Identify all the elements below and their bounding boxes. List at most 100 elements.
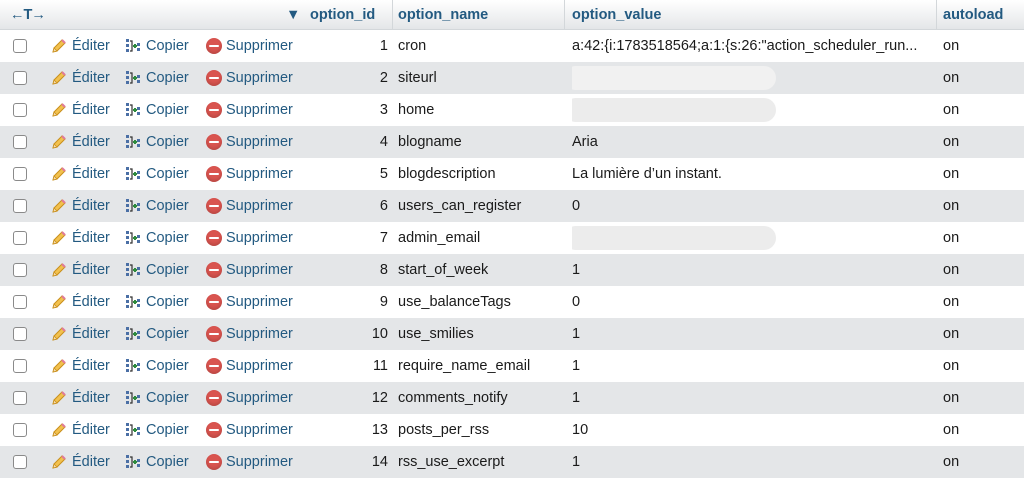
option-name-cell[interactable]: siteurl (398, 62, 437, 94)
delete-button[interactable]: Supprimer (206, 38, 293, 54)
autoload-cell[interactable]: on (943, 414, 959, 446)
option-name-cell[interactable]: use_smilies (398, 318, 474, 350)
autoload-cell[interactable]: on (943, 94, 959, 126)
option-name-cell[interactable]: cron (398, 30, 426, 62)
row-checkbox[interactable] (13, 391, 27, 405)
edit-button[interactable]: Éditer (50, 69, 110, 87)
delete-button[interactable]: Supprimer (206, 198, 293, 214)
edit-button[interactable]: Éditer (50, 357, 110, 375)
column-header-option-value[interactable]: option_value (572, 0, 661, 29)
autoload-cell[interactable]: on (943, 222, 959, 254)
option-name-cell[interactable]: home (398, 94, 434, 126)
copy-button[interactable]: Copier (124, 197, 189, 215)
autoload-cell[interactable]: on (943, 350, 959, 382)
autoload-cell[interactable]: on (943, 62, 959, 94)
copy-button[interactable]: Copier (124, 37, 189, 55)
option-id-cell[interactable]: 11 (300, 350, 388, 382)
delete-button[interactable]: Supprimer (206, 166, 293, 182)
autoload-cell[interactable]: on (943, 126, 959, 158)
edit-button[interactable]: Éditer (50, 165, 110, 183)
edit-button[interactable]: Éditer (50, 421, 110, 439)
copy-button[interactable]: Copier (124, 133, 189, 151)
option-id-cell[interactable]: 5 (300, 158, 388, 190)
option-id-cell[interactable]: 12 (300, 382, 388, 414)
copy-button[interactable]: Copier (124, 293, 189, 311)
option-name-cell[interactable]: require_name_email (398, 350, 530, 382)
edit-button[interactable]: Éditer (50, 453, 110, 471)
edit-button[interactable]: Éditer (50, 101, 110, 119)
option-value-cell[interactable]: 10 (572, 414, 938, 446)
copy-button[interactable]: Copier (124, 165, 189, 183)
option-value-cell[interactable]: 0 (572, 190, 938, 222)
edit-button[interactable]: Éditer (50, 261, 110, 279)
row-checkbox[interactable] (13, 327, 27, 341)
edit-button[interactable]: Éditer (50, 293, 110, 311)
delete-button[interactable]: Supprimer (206, 390, 293, 406)
option-id-cell[interactable]: 6 (300, 190, 388, 222)
delete-button[interactable]: Supprimer (206, 134, 293, 150)
edit-button[interactable]: Éditer (50, 389, 110, 407)
option-value-cell[interactable]: La lumière d’un instant. (572, 158, 938, 190)
edit-button[interactable]: Éditer (50, 37, 110, 55)
autoload-cell[interactable]: on (943, 382, 959, 414)
row-checkbox[interactable] (13, 263, 27, 277)
autoload-cell[interactable]: on (943, 158, 959, 190)
delete-button[interactable]: Supprimer (206, 70, 293, 86)
row-checkbox[interactable] (13, 231, 27, 245)
copy-button[interactable]: Copier (124, 453, 189, 471)
option-name-cell[interactable]: blogdescription (398, 158, 496, 190)
edit-button[interactable]: Éditer (50, 325, 110, 343)
option-name-cell[interactable]: rss_use_excerpt (398, 446, 504, 478)
column-divider[interactable] (936, 0, 937, 30)
copy-button[interactable]: Copier (124, 261, 189, 279)
copy-button[interactable]: Copier (124, 389, 189, 407)
option-value-cell[interactable]: 1 (572, 254, 938, 286)
row-checkbox[interactable] (13, 71, 27, 85)
option-name-cell[interactable]: posts_per_rss (398, 414, 489, 446)
option-value-cell[interactable]: 1 (572, 318, 938, 350)
autoload-cell[interactable]: on (943, 30, 959, 62)
delete-button[interactable]: Supprimer (206, 454, 293, 470)
option-name-cell[interactable]: admin_email (398, 222, 480, 254)
delete-button[interactable]: Supprimer (206, 230, 293, 246)
copy-button[interactable]: Copier (124, 229, 189, 247)
option-id-cell[interactable]: 14 (300, 446, 388, 478)
delete-button[interactable]: Supprimer (206, 102, 293, 118)
option-value-cell[interactable] (572, 94, 938, 126)
option-id-cell[interactable]: 1 (300, 30, 388, 62)
autoload-cell[interactable]: on (943, 446, 959, 478)
column-divider[interactable] (392, 0, 393, 30)
option-id-cell[interactable]: 10 (300, 318, 388, 350)
column-header-option-name[interactable]: option_name (398, 0, 488, 29)
row-checkbox[interactable] (13, 359, 27, 373)
autoload-cell[interactable]: on (943, 254, 959, 286)
option-value-cell[interactable]: a:42:{i:1783518564;a:1:{s:26:"action_sch… (572, 30, 938, 62)
option-id-cell[interactable]: 4 (300, 126, 388, 158)
option-name-cell[interactable]: start_of_week (398, 254, 488, 286)
row-checkbox[interactable] (13, 103, 27, 117)
delete-button[interactable]: Supprimer (206, 262, 293, 278)
option-value-cell[interactable] (572, 222, 938, 254)
option-id-cell[interactable]: 7 (300, 222, 388, 254)
autoload-cell[interactable]: on (943, 190, 959, 222)
option-value-cell[interactable]: Aria (572, 126, 938, 158)
delete-button[interactable]: Supprimer (206, 358, 293, 374)
row-checkbox[interactable] (13, 167, 27, 181)
row-checkbox[interactable] (13, 39, 27, 53)
option-value-cell[interactable]: 1 (572, 382, 938, 414)
edit-button[interactable]: Éditer (50, 197, 110, 215)
option-id-cell[interactable]: 13 (300, 414, 388, 446)
option-name-cell[interactable]: use_balanceTags (398, 286, 511, 318)
copy-button[interactable]: Copier (124, 101, 189, 119)
row-checkbox[interactable] (13, 455, 27, 469)
column-divider[interactable] (564, 0, 565, 30)
option-value-cell[interactable]: 1 (572, 446, 938, 478)
autoload-cell[interactable]: on (943, 318, 959, 350)
copy-button[interactable]: Copier (124, 357, 189, 375)
column-header-autoload[interactable]: autoload (943, 0, 1003, 29)
autoload-cell[interactable]: on (943, 286, 959, 318)
column-header-option-id[interactable]: option_id (310, 0, 375, 29)
copy-button[interactable]: Copier (124, 421, 189, 439)
edit-button[interactable]: Éditer (50, 229, 110, 247)
copy-button[interactable]: Copier (124, 325, 189, 343)
